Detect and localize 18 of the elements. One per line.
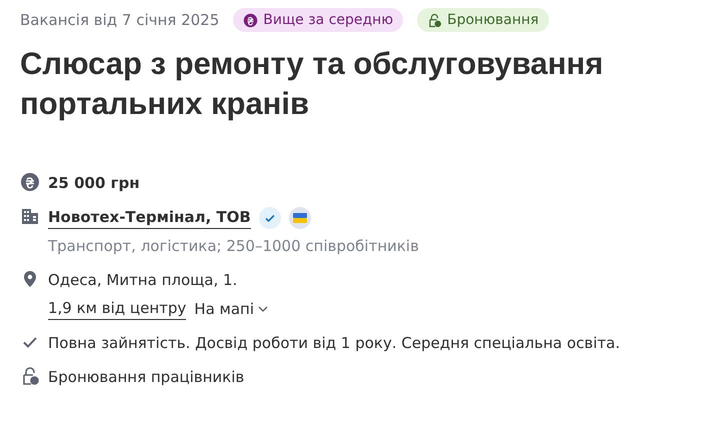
salary-badge: Вище за середню [233,8,404,32]
reservation-badge: Бронювання [417,8,549,32]
address: Одеса, Митна площа, 1. [48,270,238,291]
reservation-text: Бронювання працівників [48,367,244,388]
requirements: Повна зайнятість. Досвід роботи від 1 року. Середня спеціальна освіта. [48,333,620,354]
lock-icon [427,12,442,28]
company-link[interactable]: Новотех-Термінал, ТОВ [48,206,251,229]
job-title: Слюсар з ремонту та обслуговування портальних кранів [20,45,604,123]
company-info: Транспорт, логістика; 250–1000 співробітників [48,236,419,257]
map-toggle[interactable]: На мапі [194,300,268,318]
chevron-down-icon [258,306,268,312]
building-icon [20,206,40,226]
distance-link[interactable]: 1,9 км від центру [48,297,186,320]
hryvnia-icon [20,172,40,192]
salary-amount: 25 000 грн [48,173,140,194]
lock-icon [20,366,40,386]
hryvnia-icon [243,12,258,28]
posted-date: Вакансія від 7 січня 2025 [20,11,220,29]
